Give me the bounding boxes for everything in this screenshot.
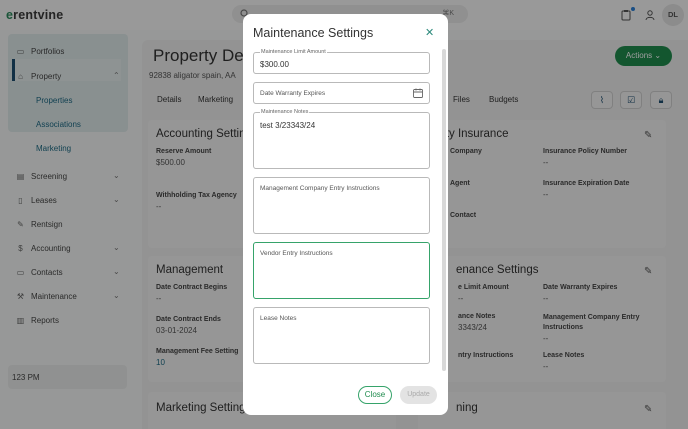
close-button[interactable]: Close [358, 386, 392, 404]
vendor-entry-instructions-textarea[interactable]: Vendor Entry Instructions [253, 242, 430, 299]
maintenance-settings-modal: Maintenance Settings ✕ Maintenance Limit… [243, 14, 448, 415]
modal-scrollbar[interactable] [442, 49, 446, 371]
maintenance-limit-amount-field[interactable]: Maintenance Limit Amount $300.00 [253, 49, 430, 74]
lease-notes-textarea[interactable]: Lease Notes [253, 307, 430, 364]
calendar-icon[interactable] [413, 88, 423, 98]
date-warranty-expires-field[interactable]: Date Warranty Expires [253, 82, 430, 104]
management-company-entry-instructions-textarea[interactable]: Management Company Entry Instructions [253, 177, 430, 234]
modal-title: Maintenance Settings [253, 26, 374, 40]
close-icon[interactable]: ✕ [425, 26, 434, 39]
maintenance-notes-textarea[interactable]: Maintenance Notes test 3/23343/24 [253, 109, 430, 169]
update-button[interactable]: Update [400, 386, 437, 404]
